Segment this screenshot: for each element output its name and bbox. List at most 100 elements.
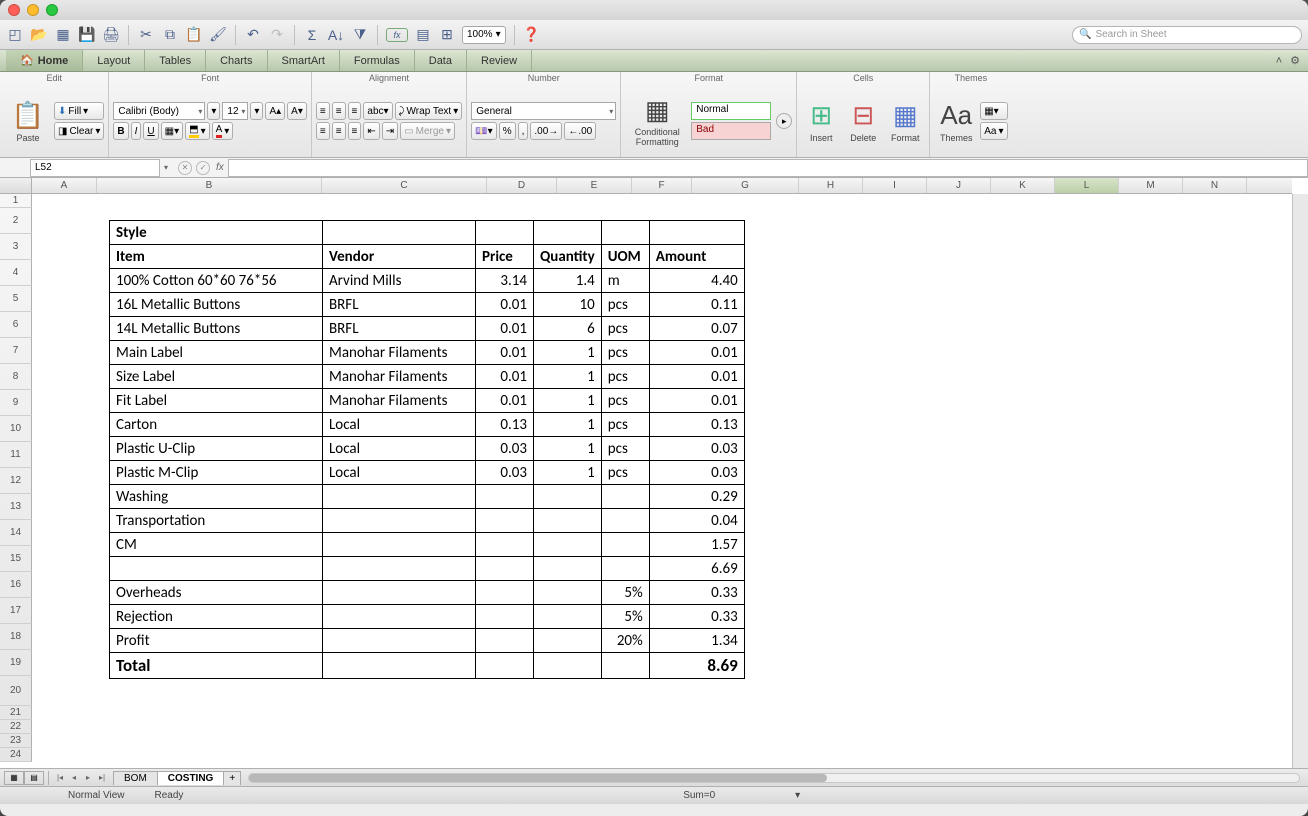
fx-icon[interactable]: fx [216, 162, 224, 173]
cell-vendor[interactable] [323, 629, 476, 653]
normal-view-button[interactable]: ▦ [4, 771, 24, 785]
cell-price[interactable] [476, 557, 534, 581]
cell-item[interactable] [110, 557, 323, 581]
name-box-dropdown[interactable]: ▾ [160, 163, 172, 172]
vertical-scrollbar[interactable] [1292, 194, 1308, 768]
tab-charts[interactable]: Charts [206, 50, 267, 71]
cell-vendor[interactable] [323, 533, 476, 557]
select-all-corner[interactable] [0, 178, 32, 194]
style-normal[interactable]: Normal [691, 102, 771, 120]
tab-tables[interactable]: Tables [145, 50, 206, 71]
open-icon[interactable]: 📂 [30, 26, 48, 44]
tab-formulas[interactable]: Formulas [340, 50, 415, 71]
fx-toggle-icon[interactable]: fx [386, 28, 408, 42]
cell-item[interactable]: Plastic U-Clip [110, 437, 323, 461]
indent-dec-button[interactable]: ⇤ [363, 122, 379, 140]
conditional-formatting-button[interactable]: ▦Conditional Formatting [625, 88, 689, 154]
cell-qty[interactable] [534, 629, 602, 653]
cell-qty[interactable]: 1.4 [534, 269, 602, 293]
cell-qty[interactable]: 1 [534, 413, 602, 437]
first-sheet-button[interactable]: |◂ [53, 771, 67, 785]
paste-icon[interactable]: 📋 [185, 26, 203, 44]
cell-amount[interactable]: 0.01 [649, 341, 744, 365]
sort-icon[interactable]: A↓ [327, 26, 345, 44]
row-header-22[interactable]: 22 [0, 720, 32, 734]
row-header-11[interactable]: 11 [0, 442, 32, 468]
cell-uom[interactable] [601, 509, 649, 533]
tab-data[interactable]: Data [415, 50, 467, 71]
zoom-selector[interactable]: 100%▾ [462, 26, 506, 44]
cell-vendor[interactable]: BRFL [323, 317, 476, 341]
total-label[interactable]: Total [110, 653, 323, 679]
theme-fonts-button[interactable]: Aa▾ [980, 122, 1007, 140]
col-header-B[interactable]: B [97, 178, 322, 193]
align-left-button[interactable]: ≡ [316, 122, 330, 140]
tab-layout[interactable]: Layout [83, 50, 145, 71]
row-header-9[interactable]: 9 [0, 390, 32, 416]
cell-price[interactable]: 0.01 [476, 341, 534, 365]
cell-item[interactable]: Size Label [110, 365, 323, 389]
cell-item[interactable]: 14L Metallic Buttons [110, 317, 323, 341]
styles-more-button[interactable]: ▸ [776, 113, 792, 129]
tab-review[interactable]: Review [467, 50, 532, 71]
cell-uom[interactable]: 5% [601, 605, 649, 629]
cell-item[interactable]: Profit [110, 629, 323, 653]
print-icon[interactable]: 🖨 [102, 26, 120, 44]
col-header-M[interactable]: M [1119, 178, 1183, 193]
cell-qty[interactable]: 10 [534, 293, 602, 317]
next-sheet-button[interactable]: ▸ [81, 771, 95, 785]
align-middle-button[interactable]: ≡ [332, 102, 346, 120]
cells-area[interactable]: Style Item Vendor Price Quantity UOM Amo… [32, 194, 1292, 768]
cell-vendor[interactable] [323, 557, 476, 581]
row-header-5[interactable]: 5 [0, 286, 32, 312]
toolbox-icon[interactable]: ⊞ [438, 26, 456, 44]
row-header-18[interactable]: 18 [0, 624, 32, 650]
cell-uom[interactable] [601, 557, 649, 581]
cell-amount[interactable]: 0.03 [649, 461, 744, 485]
row-header-2[interactable]: 2 [0, 208, 32, 234]
row-header-23[interactable]: 23 [0, 734, 32, 748]
last-sheet-button[interactable]: ▸| [95, 771, 109, 785]
cell-uom[interactable]: pcs [601, 293, 649, 317]
cell-qty[interactable] [534, 533, 602, 557]
font-size-select[interactable]: 12 [222, 102, 248, 120]
cell-amount[interactable]: 0.01 [649, 389, 744, 413]
cell-amount[interactable]: 0.29 [649, 485, 744, 509]
col-header-C[interactable]: C [322, 178, 487, 193]
row-header-4[interactable]: 4 [0, 260, 32, 286]
sheet-tab-bom[interactable]: BOM [113, 771, 158, 785]
row-header-16[interactable]: 16 [0, 572, 32, 598]
align-center-button[interactable]: ≡ [332, 122, 346, 140]
cell-uom[interactable]: pcs [601, 341, 649, 365]
font-color-button[interactable]: A▾ [212, 122, 234, 140]
cell-price[interactable] [476, 581, 534, 605]
cell-amount[interactable]: 0.13 [649, 413, 744, 437]
grow-font-button[interactable]: A▴ [265, 102, 285, 120]
align-right-button[interactable]: ≡ [348, 122, 362, 140]
cell-vendor[interactable]: Local [323, 437, 476, 461]
cell-amount[interactable]: 0.07 [649, 317, 744, 341]
cell-uom[interactable]: pcs [601, 437, 649, 461]
col-price[interactable]: Price [476, 245, 534, 269]
row-header-8[interactable]: 8 [0, 364, 32, 390]
filter-icon[interactable]: ⧩ [351, 26, 369, 44]
cell-qty[interactable]: 6 [534, 317, 602, 341]
cell-price[interactable] [476, 533, 534, 557]
merge-button[interactable]: ▭Merge▾ [400, 122, 455, 140]
cell-item[interactable]: Overheads [110, 581, 323, 605]
col-header-F[interactable]: F [632, 178, 692, 193]
row-header-24[interactable]: 24 [0, 748, 32, 762]
search-input[interactable]: 🔍 Search in Sheet [1072, 26, 1302, 44]
page-layout-view-button[interactable]: ▤ [24, 771, 44, 785]
minimize-window-button[interactable] [27, 4, 39, 16]
font-size-dd[interactable]: ▾ [250, 102, 263, 120]
col-header-D[interactable]: D [487, 178, 557, 193]
col-header-N[interactable]: N [1183, 178, 1247, 193]
row-header-7[interactable]: 7 [0, 338, 32, 364]
insert-cells-button[interactable]: ⊞Insert [801, 88, 841, 154]
format-cells-button[interactable]: ▦Format [885, 88, 925, 154]
row-header-13[interactable]: 13 [0, 494, 32, 520]
col-uom[interactable]: UOM [601, 245, 649, 269]
cell-amount[interactable]: 1.57 [649, 533, 744, 557]
align-top-button[interactable]: ≡ [316, 102, 330, 120]
